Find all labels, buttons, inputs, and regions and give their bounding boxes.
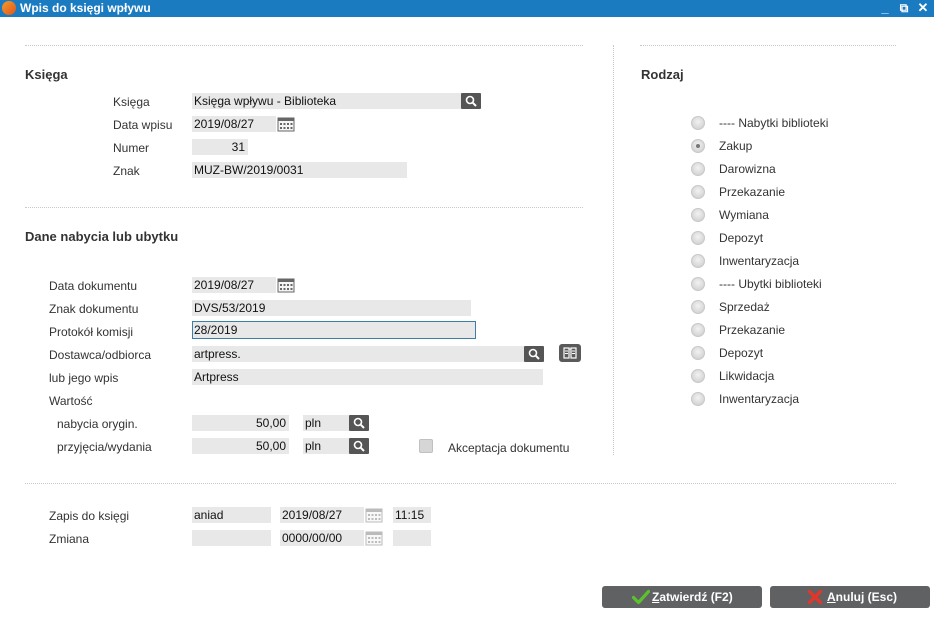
wpis-field[interactable]: Artpress bbox=[192, 369, 543, 385]
zmiana-time-field bbox=[393, 530, 431, 546]
wartosc-label: Wartość bbox=[49, 394, 93, 408]
rodzaj-radio-label: ---- Nabytki biblioteki bbox=[719, 116, 829, 130]
akceptacja-checkbox[interactable] bbox=[419, 439, 433, 453]
rodzaj-radio-label: Wymiana bbox=[719, 208, 769, 222]
zapis-label: Zapis do księgi bbox=[49, 509, 130, 523]
search-icon bbox=[353, 440, 365, 452]
rodzaj-radio-label: Darowizna bbox=[719, 162, 776, 176]
zapis-date-field: 2019/08/27 bbox=[280, 507, 364, 523]
rodzaj-radio[interactable] bbox=[691, 323, 705, 337]
protokol-label: Protokół komisji bbox=[49, 325, 134, 339]
cancel-shortcut-key: A bbox=[827, 590, 836, 604]
numer-label: Numer bbox=[113, 141, 150, 155]
nabycia-currency-search-button[interactable] bbox=[349, 415, 369, 431]
ksiega-label: Księga bbox=[113, 95, 150, 109]
znak-dokumentu-label: Znak dokumentu bbox=[49, 302, 139, 316]
search-icon bbox=[353, 417, 365, 429]
divider bbox=[25, 207, 583, 208]
title-bar: Wpis do księgi wpływu _ ⧉ ✕ bbox=[0, 0, 934, 17]
divider bbox=[613, 45, 614, 455]
confirm-button[interactable]: Zatwierdź (F2) bbox=[602, 586, 762, 608]
data-wpisu-label: Data wpisu bbox=[113, 118, 173, 132]
rodzaj-radio-label: Likwidacja bbox=[719, 369, 775, 383]
calendar-icon[interactable] bbox=[277, 116, 295, 132]
rodzaj-radio[interactable] bbox=[691, 392, 705, 406]
dostawca-label: Dostawca/odbiorca bbox=[49, 348, 152, 362]
rodzaj-radio-label: Inwentaryzacja bbox=[719, 254, 800, 268]
nabycia-currency-field[interactable]: pln bbox=[303, 415, 349, 431]
rodzaj-radio-label: Inwentaryzacja bbox=[719, 392, 800, 406]
divider bbox=[640, 45, 896, 46]
calendar-icon bbox=[365, 508, 383, 523]
rodzaj-radio-label: Sprzedaż bbox=[719, 300, 770, 314]
rodzaj-radio[interactable] bbox=[691, 277, 705, 291]
zapis-user-field: aniad bbox=[192, 507, 271, 523]
rodzaj-radio[interactable] bbox=[691, 231, 705, 245]
rodzaj-radio[interactable] bbox=[691, 116, 705, 130]
rodzaj-radio-label: Przekazanie bbox=[719, 185, 786, 199]
rodzaj-radio[interactable] bbox=[691, 254, 705, 268]
close-icon[interactable]: ✕ bbox=[915, 0, 931, 16]
zapis-time-field: 11:15 bbox=[393, 507, 431, 523]
rodzaj-radio[interactable] bbox=[691, 185, 705, 199]
minimize-icon[interactable]: _ bbox=[877, 0, 893, 16]
calendar-icon[interactable] bbox=[277, 277, 295, 293]
ksiega-search-button[interactable] bbox=[461, 93, 481, 109]
contacts-icon bbox=[563, 347, 577, 359]
przyjecia-value-field[interactable]: 50,00 bbox=[192, 438, 289, 454]
data-dokumentu-label: Data dokumentu bbox=[49, 279, 138, 293]
rodzaj-radio[interactable] bbox=[691, 346, 705, 360]
rodzaj-radio-label: ---- Ubytki biblioteki bbox=[719, 277, 822, 291]
zmiana-user-field bbox=[192, 530, 271, 546]
rodzaj-radio-label: Depozyt bbox=[719, 231, 764, 245]
section-title-ksiega: Księga bbox=[25, 67, 68, 82]
search-icon bbox=[465, 95, 477, 107]
rodzaj-radio[interactable] bbox=[691, 300, 705, 314]
rodzaj-radio[interactable] bbox=[691, 208, 705, 222]
dostawca-field[interactable]: artpress. bbox=[192, 346, 524, 362]
rodzaj-radio[interactable] bbox=[691, 162, 705, 176]
ksiega-field[interactable]: Księga wpływu - Biblioteka bbox=[192, 93, 461, 109]
calendar-icon bbox=[365, 531, 383, 546]
data-wpisu-field[interactable]: 2019/08/27 bbox=[192, 116, 276, 132]
protokol-field[interactable]: 28/2019 bbox=[192, 321, 476, 339]
akceptacja-label: Akceptacja dokumentu bbox=[448, 441, 570, 455]
section-title-rodzaj: Rodzaj bbox=[641, 67, 684, 82]
przyjecia-currency-field[interactable]: pln bbox=[303, 438, 349, 454]
przyjecia-label: przyjęcia/wydania bbox=[57, 440, 152, 454]
window-title: Wpis do księgi wpływu bbox=[20, 1, 151, 15]
restore-icon[interactable]: ⧉ bbox=[896, 0, 912, 16]
nabycia-label: nabycia orygin. bbox=[57, 417, 138, 431]
section-title-dane: Dane nabycia lub ubytku bbox=[25, 229, 179, 244]
cancel-button[interactable]: Anuluj (Esc) bbox=[770, 586, 930, 608]
rodzaj-radio[interactable] bbox=[691, 369, 705, 383]
dostawca-search-button[interactable] bbox=[524, 346, 544, 362]
contacts-button[interactable] bbox=[559, 344, 581, 362]
przyjecia-currency-search-button[interactable] bbox=[349, 438, 369, 454]
nabycia-value-field[interactable]: 50,00 bbox=[192, 415, 289, 431]
checkmark-icon bbox=[632, 589, 650, 605]
cancel-label: nuluj (Esc) bbox=[835, 590, 898, 604]
zmiana-label: Zmiana bbox=[49, 532, 90, 546]
app-logo-icon bbox=[2, 1, 16, 15]
divider bbox=[25, 45, 583, 46]
znak-field[interactable]: MUZ-BW/2019/0031 bbox=[192, 162, 407, 178]
rodzaj-radio[interactable] bbox=[691, 139, 705, 153]
wpis-label: lub jego wpis bbox=[49, 371, 119, 385]
numer-field[interactable]: 31 bbox=[192, 139, 248, 155]
rodzaj-radio-label: Zakup bbox=[719, 139, 753, 153]
confirm-label: atwierdź (F2) bbox=[659, 590, 733, 604]
znak-label: Znak bbox=[113, 164, 140, 178]
search-icon bbox=[528, 348, 540, 360]
rodzaj-radio-label: Depozyt bbox=[719, 346, 764, 360]
data-dokumentu-field[interactable]: 2019/08/27 bbox=[192, 277, 276, 293]
divider bbox=[25, 483, 896, 484]
rodzaj-radio-label: Przekazanie bbox=[719, 323, 786, 337]
znak-dokumentu-field[interactable]: DVS/53/2019 bbox=[192, 300, 471, 316]
zmiana-date-field: 0000/00/00 bbox=[280, 530, 364, 546]
cross-icon bbox=[807, 589, 823, 605]
